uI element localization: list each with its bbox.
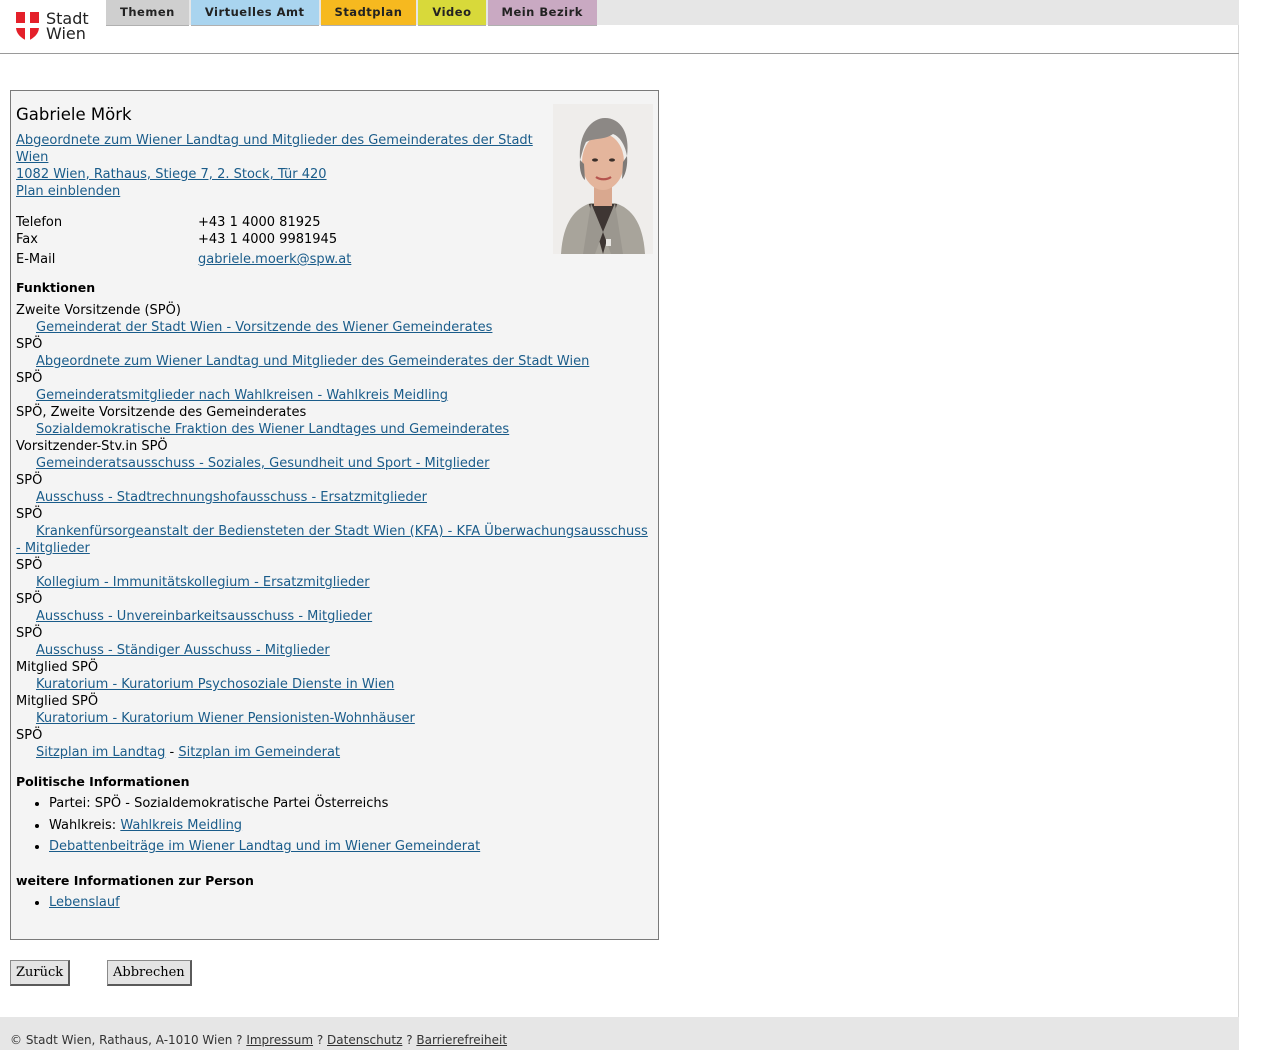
cv-link[interactable]: Lebenslauf bbox=[49, 895, 120, 910]
function-role: SPÖ bbox=[16, 371, 43, 386]
function-role: SPÖ bbox=[16, 728, 43, 743]
debates-item: Debattenbeiträge im Wiener Landtag und i… bbox=[49, 838, 480, 855]
logo-text-line2: Wien bbox=[46, 24, 86, 43]
function-role: SPÖ bbox=[16, 473, 43, 488]
more-info-heading: weitere Informationen zur Person bbox=[16, 873, 254, 888]
footer-separator: ? bbox=[313, 1033, 328, 1047]
tab-video[interactable]: Video bbox=[418, 0, 486, 26]
function-role: Zweite Vorsitzende (SPÖ) bbox=[16, 303, 181, 318]
seat-plan-links: Sitzplan im Landtag - Sitzplan im Gemein… bbox=[16, 744, 654, 761]
site-header: Stadt Wien Themen Virtuelles Amt Stadtpl… bbox=[0, 0, 1239, 54]
party-item: Partei: SPÖ - Sozialdemokratische Partei… bbox=[49, 795, 480, 812]
logo-text: Stadt Wien bbox=[46, 11, 89, 43]
political-info-heading: Politische Informationen bbox=[16, 774, 190, 789]
portrait-illustration bbox=[553, 104, 653, 254]
functions-heading: Funktionen bbox=[16, 280, 96, 295]
phone-label: Telefon bbox=[16, 215, 63, 230]
seat-plan-gemeinderat-link[interactable]: Sitzplan im Gemeinderat bbox=[178, 745, 340, 760]
address-link[interactable]: 1082 Wien, Rathaus, Stiege 7, 2. Stock, … bbox=[16, 167, 327, 182]
function-link[interactable]: Gemeinderat der Stadt Wien - Vorsitzende… bbox=[16, 319, 654, 336]
function-link[interactable]: Ausschuss - Unvereinbarkeitsausschuss - … bbox=[16, 608, 654, 625]
back-button[interactable]: Zurück bbox=[10, 960, 71, 986]
accessibility-link[interactable]: Barrierefreiheit bbox=[416, 1033, 507, 1047]
seat-plan-landtag-link[interactable]: Sitzplan im Landtag bbox=[36, 745, 165, 760]
fax-label: Fax bbox=[16, 232, 38, 247]
function-link[interactable]: Abgeordnete zum Wiener Landtag und Mitgl… bbox=[16, 353, 654, 370]
tab-stadtplan[interactable]: Stadtplan bbox=[320, 0, 417, 26]
vienna-shield-icon bbox=[16, 11, 39, 41]
privacy-link[interactable]: Datenschutz bbox=[327, 1033, 402, 1047]
tab-themen[interactable]: Themen bbox=[106, 0, 189, 26]
function-role: SPÖ bbox=[16, 626, 43, 641]
seat-plan-separator: - bbox=[165, 745, 179, 760]
tab-mein-bezirk[interactable]: Mein Bezirk bbox=[487, 0, 597, 26]
function-role: SPÖ bbox=[16, 592, 43, 607]
debates-link[interactable]: Debattenbeiträge im Wiener Landtag und i… bbox=[49, 839, 480, 854]
person-photo bbox=[553, 104, 653, 254]
function-link[interactable]: Ausschuss - Ständiger Ausschuss - Mitgli… bbox=[16, 642, 654, 659]
functions-list: Zweite Vorsitzende (SPÖ) Gemeinderat der… bbox=[16, 302, 654, 761]
fax-value: +43 1 4000 9981945 bbox=[198, 232, 338, 247]
page: Stadt Wien Themen Virtuelles Amt Stadtpl… bbox=[0, 0, 1239, 1050]
function-link[interactable]: Gemeinderatsausschuss - Soziales, Gesund… bbox=[16, 455, 654, 472]
function-role: Mitglied SPÖ bbox=[16, 694, 99, 709]
function-link[interactable]: Kuratorium - Kuratorium Psychosoziale Di… bbox=[16, 676, 654, 693]
email-link[interactable]: gabriele.moerk@spw.at bbox=[198, 251, 351, 268]
function-role: Mitglied SPÖ bbox=[16, 660, 99, 675]
role-link[interactable]: Abgeordnete zum Wiener Landtag und Mitgl… bbox=[16, 133, 533, 165]
main-nav-tabs: Themen Virtuelles Amt Stadtplan Video Me… bbox=[106, 0, 599, 26]
function-role: SPÖ, Zweite Vorsitzende des Gemeinderate… bbox=[16, 405, 307, 420]
function-role: SPÖ bbox=[16, 337, 43, 352]
cv-item: Lebenslauf bbox=[49, 894, 120, 911]
stadt-wien-logo[interactable]: Stadt Wien bbox=[16, 9, 96, 43]
phone-value: +43 1 4000 81925 bbox=[198, 215, 321, 230]
function-role: SPÖ bbox=[16, 558, 43, 573]
function-link[interactable]: Ausschuss - Stadtrechnungshofausschuss -… bbox=[16, 489, 654, 506]
more-info-list: Lebenslauf bbox=[16, 894, 120, 916]
person-name: Gabriele Mörk bbox=[16, 105, 132, 124]
site-footer: © Stadt Wien, Rathaus, A-1010 Wien ? Imp… bbox=[0, 1017, 1239, 1050]
district-item: Wahlkreis: Wahlkreis Meidling bbox=[49, 817, 480, 834]
person-address-block: Abgeordnete zum Wiener Landtag und Mitgl… bbox=[16, 132, 536, 200]
footer-separator: ? bbox=[402, 1033, 417, 1047]
function-link[interactable]: Krankenfürsorgeanstalt der Bediensteten … bbox=[16, 523, 654, 557]
cancel-button[interactable]: Abbrechen bbox=[107, 960, 192, 986]
function-role: Vorsitzender-Stv.in SPÖ bbox=[16, 439, 168, 454]
district-label: Wahlkreis: bbox=[49, 817, 121, 833]
person-card: Gabriele Mörk Abgeordnete zum Wiener Lan… bbox=[10, 90, 659, 940]
tab-virtuelles-amt[interactable]: Virtuelles Amt bbox=[190, 0, 319, 26]
function-link[interactable]: Gemeinderatsmitglieder nach Wahlkreisen … bbox=[16, 387, 654, 404]
function-link[interactable]: Kuratorium - Kuratorium Wiener Pensionis… bbox=[16, 710, 654, 727]
function-role: SPÖ bbox=[16, 507, 43, 522]
function-link[interactable]: Sozialdemokratische Fraktion des Wiener … bbox=[16, 421, 654, 438]
function-link[interactable]: Kollegium - Immunitätskollegium - Ersatz… bbox=[16, 574, 654, 591]
email-label: E-Mail bbox=[16, 252, 56, 267]
district-link[interactable]: Wahlkreis Meidling bbox=[120, 818, 242, 833]
imprint-link[interactable]: Impressum bbox=[246, 1033, 313, 1047]
show-map-link[interactable]: Plan einblenden bbox=[16, 184, 120, 199]
political-info-list: Partei: SPÖ - Sozialdemokratische Partei… bbox=[16, 795, 480, 860]
copyright-text: © Stadt Wien, Rathaus, A-1010 Wien ? bbox=[10, 1033, 247, 1047]
